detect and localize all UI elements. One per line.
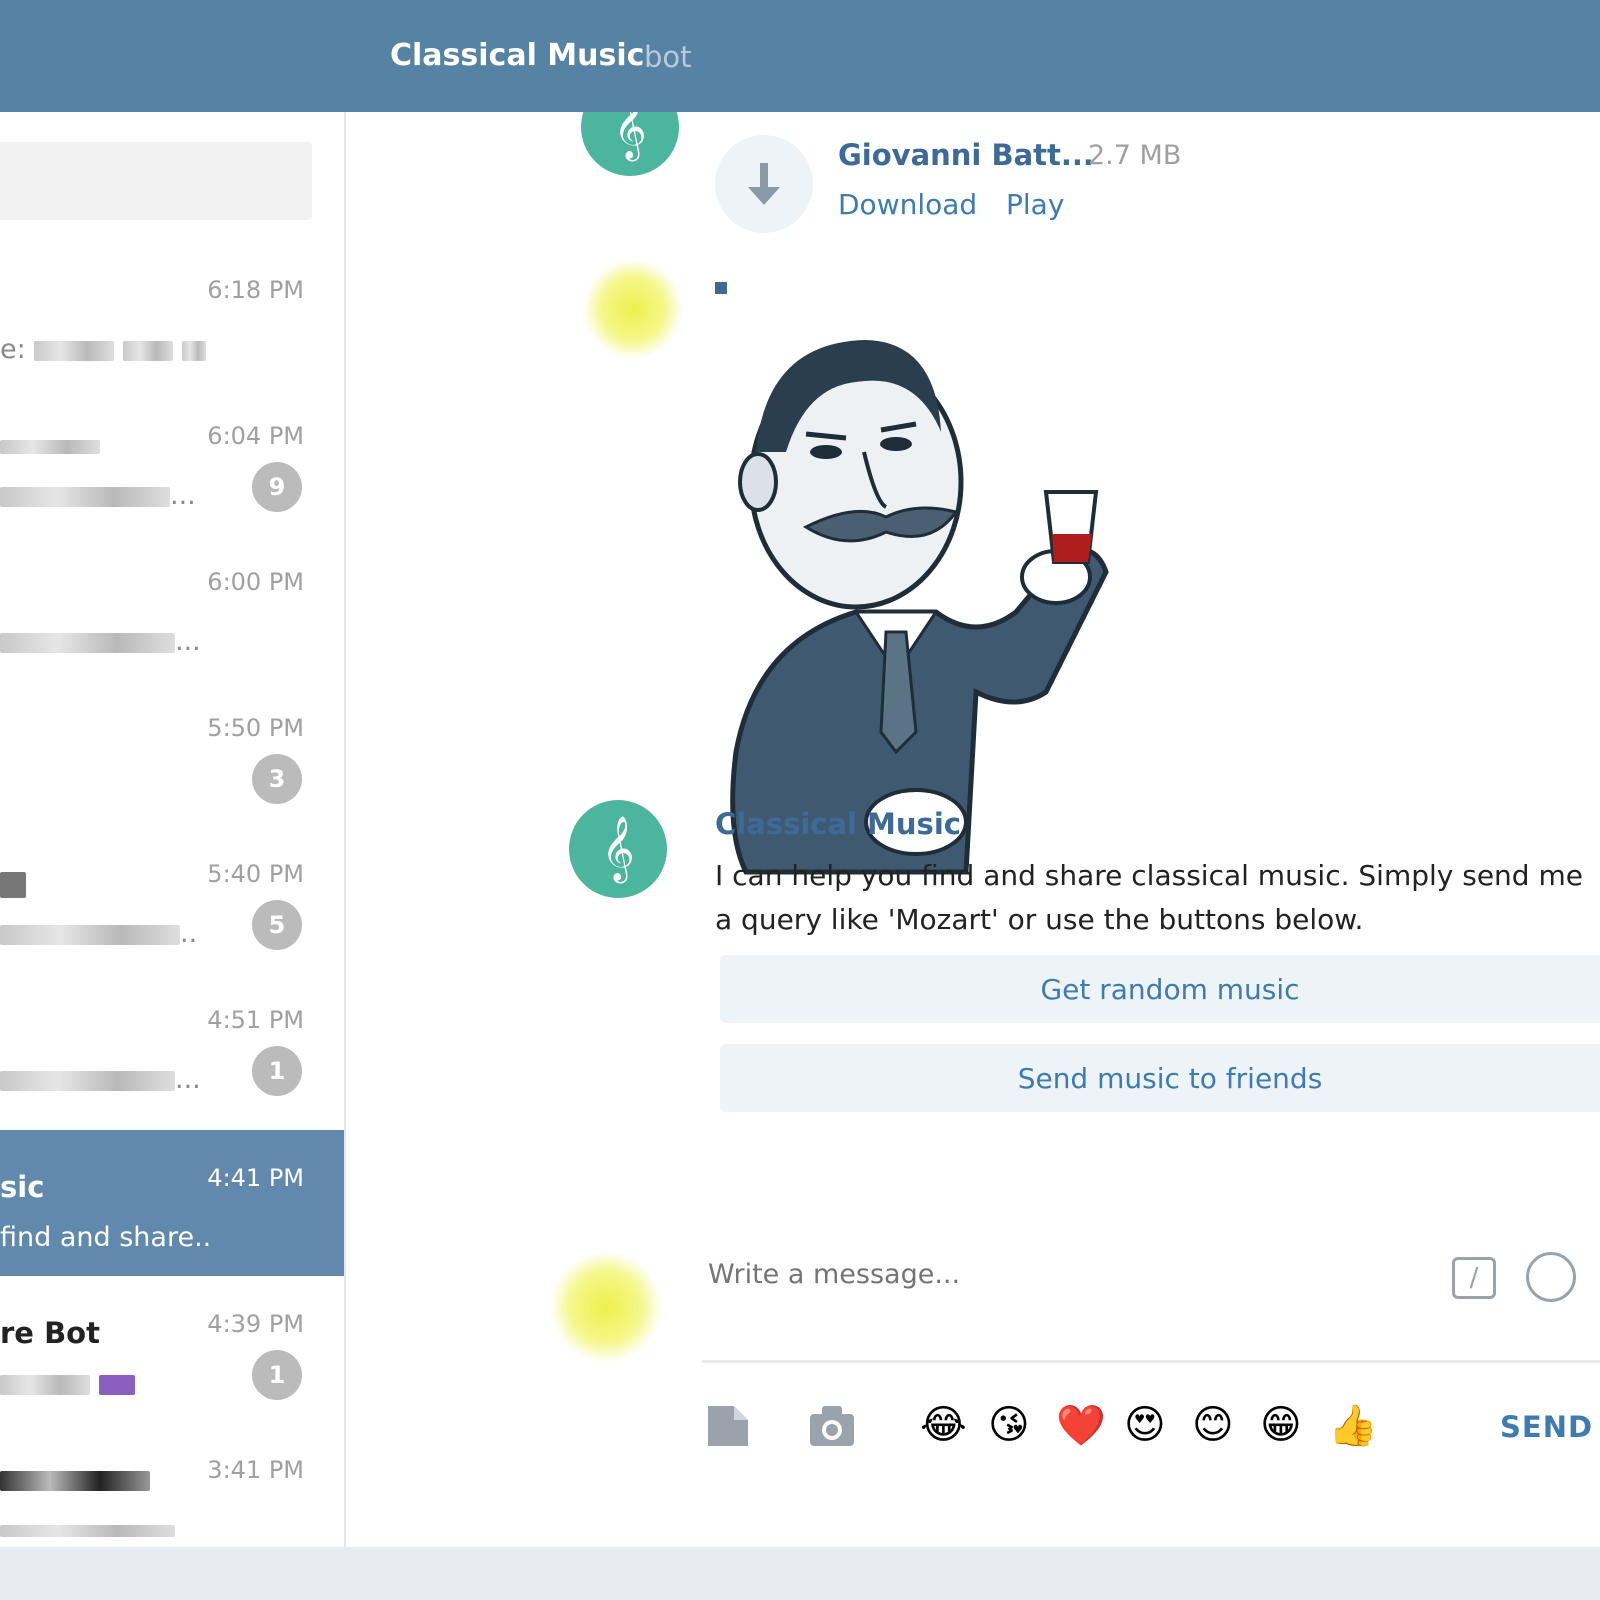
chat-time: 4:41 PM — [207, 1164, 304, 1192]
chat-name — [0, 428, 100, 462]
chat-title[interactable]: Classical Music — [390, 38, 644, 73]
unread-badge: 9 — [252, 462, 302, 512]
window-bottom-bar — [0, 1547, 1600, 1600]
bot-avatar[interactable]: 𝄞 — [569, 800, 667, 898]
chat-preview — [0, 1368, 135, 1399]
emoji-blush[interactable]: 😊 — [1192, 1402, 1234, 1448]
message-sender[interactable]: Classical Music — [715, 807, 961, 841]
unread-badge: 3 — [252, 754, 302, 804]
play-link[interactable]: Play — [1006, 188, 1064, 221]
sender-name-blurred — [715, 282, 727, 294]
emoji-thumbs-up[interactable]: 👍 — [1328, 1402, 1378, 1449]
send-button[interactable]: SEND — [1500, 1410, 1593, 1444]
chat-list-item[interactable]: 6:00 PM ... — [0, 534, 344, 680]
download-arrow-icon — [748, 163, 780, 205]
chat-header: Classical Music bot — [0, 0, 1600, 112]
chat-name — [0, 866, 26, 900]
emoji-joy[interactable]: 😂 — [920, 1402, 967, 1448]
chat-time: 5:50 PM — [207, 714, 304, 742]
bot-command-icon[interactable]: / — [1452, 1257, 1496, 1299]
chat-time: 4:39 PM — [207, 1310, 304, 1338]
treble-clef-icon: 𝄞 — [613, 112, 647, 159]
unread-badge: 1 — [252, 1046, 302, 1096]
chat-name: re Bot — [0, 1316, 100, 1350]
unread-badge: 1 — [252, 1350, 302, 1400]
chat-list-item[interactable]: 4:51 PM ... 1 — [0, 972, 344, 1118]
chat-time: 4:51 PM — [207, 1006, 304, 1034]
composer-sticker[interactable] — [716, 312, 1136, 882]
chat-preview: find and share.. — [0, 1222, 212, 1253]
emoji-icon[interactable] — [1526, 1252, 1576, 1302]
file-name[interactable]: Giovanni Batt... — [838, 138, 1094, 172]
chat-preview: .. — [0, 918, 197, 949]
chat-list-item[interactable]: 5:50 PM 3 — [0, 680, 344, 826]
chat-time: 6:18 PM — [207, 276, 304, 304]
emoji-heart[interactable]: ❤️ — [1056, 1402, 1106, 1449]
chat-preview: ... — [0, 480, 196, 511]
chat-list-item[interactable]: 6:04 PM ... 9 — [0, 388, 344, 534]
chat-list-sidebar: 6:18 PM e: 6:04 PM ... 9 6:00 PM ... 5:5… — [0, 112, 346, 1547]
chat-time: 6:00 PM — [207, 568, 304, 596]
message-text: I can help you find and share classical … — [715, 859, 1583, 936]
chat-time: 6:04 PM — [207, 422, 304, 450]
chat-preview: ... — [0, 1064, 201, 1095]
chat-subtitle: bot — [644, 40, 692, 74]
attach-file-icon[interactable] — [704, 1402, 752, 1450]
chat-name — [0, 1462, 150, 1496]
chat-preview — [0, 1514, 175, 1545]
download-file-button[interactable] — [715, 135, 813, 233]
chat-list-item[interactable]: 5:40 PM .. 5 — [0, 826, 344, 972]
file-size: 2.7 MB — [1088, 140, 1182, 171]
chat-view: 𝄞 Giovanni Batt... 2.7 MB Download Play — [346, 112, 1600, 1547]
unread-badge: 5 — [252, 900, 302, 950]
chat-time: 5:40 PM — [207, 860, 304, 888]
message-input[interactable] — [706, 1247, 1430, 1301]
bot-avatar[interactable]: 𝄞 — [581, 112, 679, 176]
emoji-grin[interactable]: 😁 — [1260, 1402, 1302, 1448]
send-music-to-friends-button[interactable]: Send music to friends — [720, 1044, 1600, 1112]
chat-list-item[interactable]: 6:18 PM e: — [0, 242, 344, 388]
chat-preview: e: — [0, 334, 206, 365]
chat-list-item[interactable]: 4:39 PM re Bot 1 — [0, 1276, 344, 1422]
emoji-heart-eyes[interactable]: 😍 — [1124, 1402, 1166, 1448]
emoji-kiss[interactable]: 😘 — [988, 1402, 1030, 1448]
composer-divider — [702, 1360, 1600, 1363]
chat-list-item-classical-music[interactable]: 4:41 PM sic find and share.. — [0, 1130, 344, 1276]
chat-time: 3:41 PM — [207, 1456, 304, 1484]
my-avatar[interactable] — [551, 1252, 661, 1362]
user-avatar[interactable] — [584, 260, 682, 358]
chat-name: sic — [0, 1170, 45, 1204]
chat-preview: ... — [0, 626, 201, 657]
chat-list-item[interactable]: 3:41 PM — [0, 1422, 344, 1547]
camera-icon[interactable] — [808, 1402, 856, 1450]
search-input[interactable] — [0, 142, 312, 220]
download-link[interactable]: Download — [838, 188, 977, 221]
treble-clef-icon: 𝄞 — [601, 816, 635, 881]
get-random-music-button[interactable]: Get random music — [720, 955, 1600, 1023]
